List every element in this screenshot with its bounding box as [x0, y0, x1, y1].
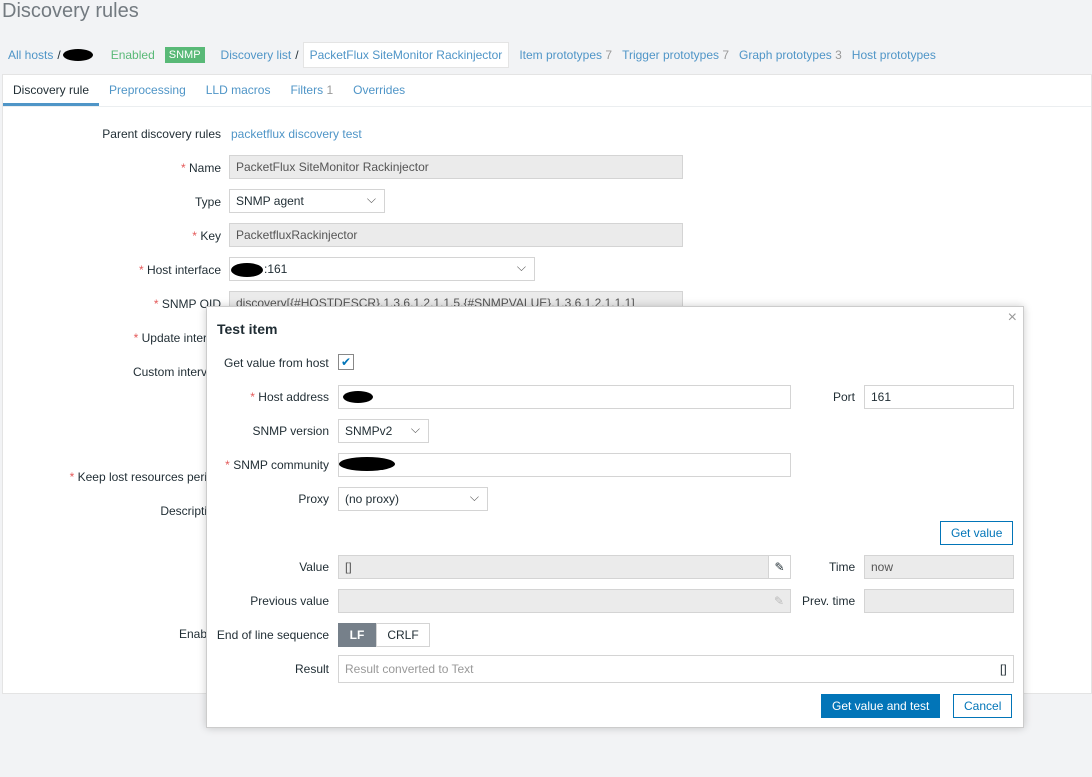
eol-lf-option[interactable]: LF [338, 623, 376, 647]
time-label: Time [829, 560, 856, 574]
name-label: * Name [180, 161, 221, 175]
count: 3 [835, 48, 842, 62]
time-field: now [864, 555, 1014, 579]
redacted-ip [231, 263, 263, 277]
eol-label: End of line sequence [216, 628, 329, 642]
value-field: [] [338, 555, 791, 579]
redacted-address [343, 391, 373, 403]
trigger-prototypes-link[interactable]: Trigger prototypes 7 [622, 48, 729, 62]
status-enabled[interactable]: Enabled [111, 48, 155, 62]
current-rule: PacketFlux SiteMonitor Rackinjector [302, 42, 510, 68]
name-input[interactable]: PacketFlux SiteMonitor Rackinjector [229, 155, 683, 179]
tab-filters[interactable]: Filters 1 [280, 75, 343, 106]
separator: / [295, 48, 299, 62]
prev-value-label: Previous value [250, 594, 329, 608]
label: Graph prototypes [739, 48, 832, 62]
parent-link[interactable]: packetflux discovery test [231, 127, 362, 141]
dialog-title: Test item [217, 321, 278, 337]
snmp-version-label: SNMP version [252, 424, 329, 438]
iface-select[interactable]: :161 [229, 257, 535, 281]
item-prototypes-link[interactable]: Item prototypes 7 [519, 48, 612, 62]
snmp-badge: SNMP [164, 47, 205, 63]
breadcrumb: All hosts / Enabled SNMP Discovery list … [0, 36, 1092, 74]
graph-prototypes-link[interactable]: Graph prototypes 3 [739, 48, 842, 62]
enabled-label: Enab [178, 627, 207, 641]
get-from-host-checkbox[interactable]: ✔ [338, 354, 354, 370]
key-label: * Key [192, 229, 221, 243]
discovery-list-link[interactable]: Discovery list [221, 48, 292, 62]
count: 7 [722, 48, 730, 62]
value-label: Value [299, 560, 329, 574]
proxy-select[interactable]: (no proxy) [338, 487, 488, 511]
all-hosts-link[interactable]: All hosts [8, 48, 53, 62]
get-from-host-label: Get value from host [224, 356, 329, 370]
count: 7 [605, 48, 613, 62]
label: Item prototypes [519, 48, 603, 62]
host-prototypes-link[interactable]: Host prototypes [852, 48, 936, 62]
oid-label: * SNMP OID [153, 297, 221, 311]
get-value-button[interactable]: Get value [940, 521, 1014, 545]
parent-label: Parent discovery rules [102, 127, 221, 141]
count: 1 [326, 83, 334, 97]
prev-value-field [338, 589, 791, 613]
label: Filters [290, 83, 324, 97]
cancel-button[interactable]: Cancel [953, 694, 1013, 718]
eol-crlf-option[interactable]: CRLF [376, 623, 430, 647]
prev-time-label: Prev. time [802, 594, 856, 608]
snmp-version-select[interactable]: SNMPv2 [338, 419, 429, 443]
community-input[interactable] [338, 453, 791, 477]
tab-discovery-rule[interactable]: Discovery rule [3, 75, 100, 106]
type-label: Type [194, 195, 221, 209]
edit-value-icon[interactable]: ✎ [768, 556, 790, 578]
tab-bar: Discovery rule Preprocessing LLD macros … [3, 75, 1091, 107]
result-value: [] [1000, 662, 1007, 676]
host-label: * Host address [250, 390, 329, 404]
port-input[interactable]: 161 [864, 385, 1014, 409]
desc-label: Descripti [160, 504, 207, 518]
custom-label: Custom interv [132, 365, 207, 379]
get-value-and-test-button[interactable]: Get value and test [821, 694, 941, 718]
result-field: Result converted to Text [338, 655, 1014, 683]
tab-preprocessing[interactable]: Preprocessing [99, 75, 196, 106]
redacted-host [62, 49, 93, 61]
community-label: * SNMP community [225, 458, 329, 472]
iface-label: * Host interface [138, 263, 221, 277]
edit-prev-icon: ✎ [773, 594, 785, 608]
page-title: Discovery rules [2, 0, 139, 22]
close-icon[interactable]: × [1008, 309, 1017, 327]
proxy-label: Proxy [298, 492, 329, 506]
key-input[interactable]: PacketfluxRackinjector [229, 223, 683, 247]
tab-overrides[interactable]: Overrides [343, 75, 415, 106]
prev-time-field [864, 589, 1014, 613]
keep-label: * Keep lost resources peri [69, 470, 207, 484]
test-item-dialog: Test item × Get value from host ✔ * Host… [206, 306, 1024, 728]
label: Trigger prototypes [622, 48, 719, 62]
host-address-input[interactable] [338, 385, 791, 409]
update-label: * Update inter [133, 331, 207, 345]
redacted-community [339, 457, 395, 471]
tab-lld-macros[interactable]: LLD macros [196, 75, 281, 106]
separator: / [57, 48, 61, 62]
result-label: Result [294, 662, 329, 676]
type-select[interactable]: SNMP agent [229, 189, 385, 213]
port-label: Port [833, 390, 856, 404]
